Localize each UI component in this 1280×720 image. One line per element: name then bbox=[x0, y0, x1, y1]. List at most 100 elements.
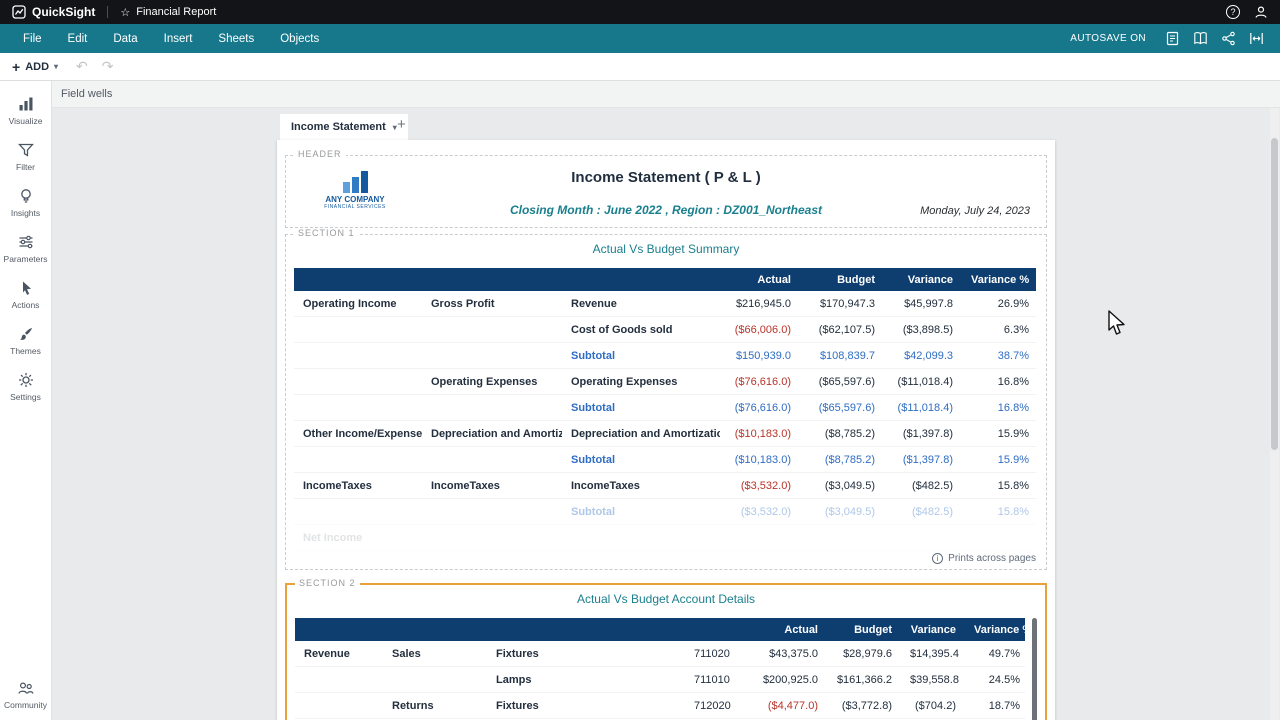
summary-section[interactable]: SECTION 1 Actual Vs Budget Summary Actua… bbox=[285, 228, 1047, 570]
details-section[interactable]: SECTION 2 Actual Vs Budget Account Detai… bbox=[285, 578, 1047, 720]
report-name: Financial Report bbox=[136, 6, 217, 18]
funnel-icon bbox=[17, 143, 34, 157]
table-row[interactable]: Lamps 711010 $200,925.0 $161,366.2 $39,558.8… bbox=[295, 667, 1025, 693]
table-cell: ($4,477.0) bbox=[767, 699, 818, 712]
table-cell: ($704.2) bbox=[915, 699, 956, 712]
table-cell: 15.8% bbox=[997, 505, 1029, 518]
table-row[interactable]: IncomeTaxes IncomeTaxes IncomeTaxes ($3,532… bbox=[294, 473, 1036, 499]
table-cell: Variance bbox=[907, 273, 953, 286]
table-cell: 26.9% bbox=[997, 297, 1029, 310]
table-cell: Actual bbox=[784, 623, 818, 636]
table-cell: Subtotal bbox=[571, 349, 615, 362]
table-row[interactable]: Cost of Goods sold ($66,006.0) ($62,107.5)… bbox=[294, 317, 1036, 343]
table-row[interactable]: Subtotal ($10,183.0) ($8,785.2) ($1,397.8) 1… bbox=[294, 447, 1036, 473]
table-row[interactable]: Returns Fixtures 712020 ($4,477.0) ($3,772.8… bbox=[295, 693, 1025, 719]
redo-icon[interactable]: ↷ bbox=[102, 58, 114, 75]
table-cell: 712020 bbox=[694, 699, 731, 712]
table-cell: 24.5% bbox=[988, 673, 1020, 686]
table-cell: $216,945.0 bbox=[735, 297, 791, 310]
field-wells-bar[interactable]: Field wells bbox=[52, 81, 1280, 108]
sidebar-item-visualize[interactable]: Visualize bbox=[0, 95, 52, 126]
sidebar-item-insights[interactable]: Insights bbox=[0, 187, 52, 218]
sheet-tab[interactable]: Income Statement ▾ bbox=[280, 114, 408, 140]
table-row[interactable]: Operating Income Gross Profit Revenue $216,… bbox=[294, 291, 1036, 317]
table-cell: $42,099.3 bbox=[904, 349, 953, 362]
scrollbar-thumb[interactable] bbox=[1032, 618, 1037, 720]
autosave-status[interactable]: AUTOSAVE ON bbox=[1070, 33, 1146, 44]
details-table-title: Actual Vs Budget Account Details bbox=[576, 592, 756, 606]
section-label: SECTION 1 bbox=[294, 228, 359, 238]
table-cell: Returns bbox=[392, 699, 434, 712]
top-bar: QuickSight ☆ Financial Report ? bbox=[0, 0, 1280, 24]
table-cell: ($3,532.0) bbox=[740, 479, 791, 492]
table-cell: IncomeTaxes bbox=[303, 479, 372, 492]
add-sheet-button[interactable]: + bbox=[397, 116, 406, 133]
table-row[interactable]: Revenue Sales Fixtures 711020 $43,375.0 $28,9… bbox=[295, 641, 1025, 667]
menu-bar: File Edit Data Insert Sheets Objects AUT… bbox=[0, 24, 1280, 53]
prints-across-pages-note: i Prints across pages bbox=[932, 553, 1036, 564]
menu-insert[interactable]: Insert bbox=[151, 33, 206, 45]
table-cell: 6.3% bbox=[1003, 323, 1029, 336]
section-label: HEADER bbox=[294, 149, 346, 159]
table-cell: ($65,597.6) bbox=[818, 375, 875, 388]
table-cell: ($10,183.0) bbox=[734, 427, 791, 440]
sidebar-item-themes[interactable]: Themes bbox=[0, 325, 52, 356]
menu-file[interactable]: File bbox=[10, 33, 55, 45]
sidebar-item-parameters[interactable]: Parameters bbox=[0, 233, 52, 264]
pages-icon[interactable] bbox=[1165, 31, 1180, 46]
app-name[interactable]: QuickSight bbox=[32, 5, 95, 19]
table-cell: $161,366.2 bbox=[836, 673, 892, 686]
analysis-canvas: Income Statement ▾ + HEADER ANY COMPANY … bbox=[52, 108, 1280, 720]
report-date: Monday, July 24, 2023 bbox=[920, 205, 1030, 217]
sheet-tab-label: Income Statement bbox=[291, 121, 386, 133]
menu-data[interactable]: Data bbox=[100, 33, 150, 45]
summary-table-title: Actual Vs Budget Summary bbox=[592, 242, 740, 256]
table-row[interactable]: Net Income bbox=[294, 525, 1036, 551]
table-row[interactable]: Subtotal $150,939.0 $108,839.7 $42,099.3 38.… bbox=[294, 343, 1036, 369]
table-scrollbar[interactable] bbox=[1032, 618, 1037, 720]
table-header-row: Actual Budget Variance Variance % bbox=[295, 618, 1029, 641]
fit-to-width-icon[interactable] bbox=[1249, 31, 1264, 46]
table-cell: Operating Expenses bbox=[431, 375, 538, 388]
table-cell: 38.7% bbox=[997, 349, 1029, 362]
scrollbar-thumb[interactable] bbox=[1271, 138, 1278, 450]
preview-icon[interactable] bbox=[1193, 31, 1208, 46]
table-cell: Cost of Goods sold bbox=[571, 323, 673, 336]
menu-sheets[interactable]: Sheets bbox=[205, 33, 267, 45]
table-cell: $45,997.8 bbox=[904, 297, 953, 310]
table-cell: Variance bbox=[910, 623, 956, 636]
menu-objects[interactable]: Objects bbox=[267, 33, 332, 45]
table-cell: $170,947.3 bbox=[819, 297, 875, 310]
table-cell: Fixtures bbox=[496, 647, 539, 660]
table-cell: Actual bbox=[757, 273, 791, 286]
table-row[interactable]: Subtotal ($76,616.0) ($65,597.6) ($11,018.4… bbox=[294, 395, 1036, 421]
table-cell: ($8,785.2) bbox=[824, 453, 875, 466]
add-button[interactable]: + ADD ▾ bbox=[12, 59, 58, 75]
table-cell: Operating Expenses bbox=[571, 375, 678, 388]
section-label: SECTION 2 bbox=[295, 578, 360, 588]
table-row[interactable]: Other Income/Expensess Depreciation and A… bbox=[294, 421, 1036, 447]
canvas-scrollbar[interactable] bbox=[1270, 108, 1279, 720]
table-cell: 15.9% bbox=[997, 427, 1029, 440]
lightbulb-icon bbox=[20, 189, 31, 203]
table-cell: 16.8% bbox=[997, 375, 1029, 388]
menu-edit[interactable]: Edit bbox=[55, 33, 101, 45]
sidebar-item-settings[interactable]: Settings bbox=[0, 371, 52, 402]
sidebar-item-filter[interactable]: Filter bbox=[0, 141, 52, 172]
table-cell: 711020 bbox=[694, 647, 730, 660]
share-icon[interactable] bbox=[1221, 31, 1236, 46]
report-header-section[interactable]: HEADER ANY COMPANY FINANCIAL SERVICES In… bbox=[285, 149, 1047, 228]
sidebar-item-community[interactable]: Community bbox=[0, 679, 52, 710]
favorite-star-icon[interactable]: ☆ bbox=[120, 6, 130, 19]
table-row[interactable]: Subtotal ($3,532.0) ($3,049.5) ($482.5) 15.8… bbox=[294, 499, 1036, 525]
table-cell: Revenue bbox=[571, 297, 617, 310]
table-row[interactable]: Operating Expenses Operating Expenses ($76… bbox=[294, 369, 1036, 395]
table-cell: Other Income/Expensess bbox=[303, 427, 422, 440]
user-icon[interactable] bbox=[1254, 5, 1268, 19]
divider bbox=[107, 6, 109, 18]
sidebar-item-actions[interactable]: Actions bbox=[0, 279, 52, 310]
table-cell: Subtotal bbox=[571, 505, 615, 518]
gear-icon bbox=[18, 373, 33, 387]
undo-icon[interactable]: ↶ bbox=[76, 58, 88, 75]
help-icon[interactable]: ? bbox=[1226, 5, 1240, 19]
